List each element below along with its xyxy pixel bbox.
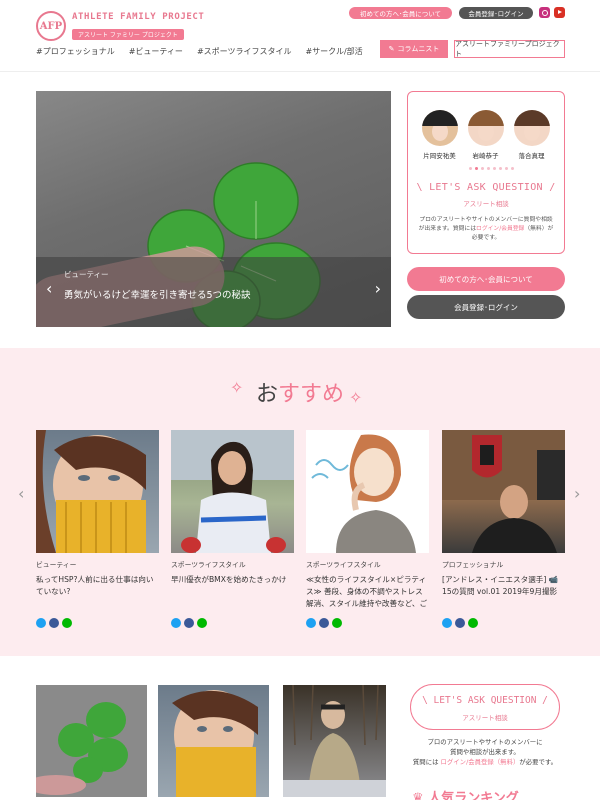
- line-icon[interactable]: [468, 618, 478, 628]
- ask-banner-login-link[interactable]: ログイン/会員登録（無料）: [441, 758, 520, 766]
- ask-banner-subheading: アスリート相談: [462, 714, 508, 722]
- share-buttons: [442, 618, 565, 628]
- hero-slider[interactable]: ビューティー 勇気がいるけど幸運を引き寄せる5つの秘訣 ‹ ›: [36, 91, 391, 327]
- nav-item-sports-lifestyle[interactable]: #スポーツライフスタイル: [197, 46, 292, 57]
- recommend-title: おすすめ: [0, 376, 600, 408]
- nav-item-circle[interactable]: #サークル/部活: [305, 46, 362, 57]
- article-category: プロフェッショナル: [442, 561, 504, 569]
- ask-subheading: アスリート相談: [463, 200, 509, 208]
- site-logo[interactable]: AFP ATHLETE FAMILY PROJECT アスリート ファミリー プ…: [36, 11, 204, 41]
- athlete-item[interactable]: 岩崎恭子: [466, 110, 505, 160]
- article-category: スポーツライフスタイル: [306, 561, 381, 569]
- login-big-button[interactable]: 会員登録･ログイン: [407, 295, 565, 319]
- nav-item-professional[interactable]: #プロフェッショナル: [36, 46, 115, 57]
- athlete-item[interactable]: 片岡安祐美: [420, 110, 459, 160]
- avatar: [513, 110, 550, 146]
- facebook-icon[interactable]: [184, 618, 194, 628]
- article-thumbnail[interactable]: [158, 685, 269, 797]
- nav-item-beauty[interactable]: #ビューティー: [129, 46, 183, 57]
- recommend-next-arrow-icon[interactable]: ›: [574, 486, 580, 502]
- article-category: ビューティー: [36, 561, 77, 569]
- hero-caption[interactable]: ビューティー 勇気がいるけど幸運を引き寄せる5つの秘訣: [36, 257, 391, 327]
- page: AFP ATHLETE FAMILY PROJECT アスリート ファミリー プ…: [0, 0, 600, 800]
- sparkle-icon: ✧: [349, 388, 363, 407]
- recommend-title-prefix: お: [255, 382, 278, 407]
- article-thumbnail[interactable]: [36, 430, 159, 553]
- columnist-label: コラムニスト: [397, 45, 440, 53]
- article-thumbnail[interactable]: [442, 430, 565, 553]
- article-thumbnail[interactable]: [283, 685, 386, 797]
- twitter-icon[interactable]: [171, 618, 181, 628]
- hero-title: 勇気がいるけど幸運を引き寄せる5つの秘訣: [64, 290, 251, 301]
- article-title[interactable]: ≪女性のライフスタイル×ピラティス≫ 善段、身体の不調やストレス解消、スタイル維…: [306, 574, 429, 610]
- article-card[interactable]: ビューティー 私ってHSP?人前に出る仕事は向いていない?: [36, 430, 159, 628]
- article-thumbnail[interactable]: [36, 685, 147, 797]
- ask-banner-heading: \ LET'S ASK QUESTION /: [422, 695, 548, 706]
- avatar: [467, 110, 504, 146]
- hero-category: ビューティー: [64, 270, 109, 279]
- recommend-prev-arrow-icon[interactable]: ‹: [18, 486, 24, 502]
- facebook-icon[interactable]: [49, 618, 59, 628]
- line-icon[interactable]: [62, 618, 72, 628]
- logo-mark: AFP: [36, 11, 66, 41]
- athlete-name: 岩崎恭子: [472, 152, 499, 160]
- first-time-button[interactable]: 初めての方へ･会員について: [349, 7, 452, 19]
- line-icon[interactable]: [332, 618, 342, 628]
- recommend-section: ✧ おすすめ ✧ ‹ › ビューティー 私ってHSP?人前に出る仕事は向いていな…: [0, 348, 600, 656]
- article-title[interactable]: 早川優衣がBMXを始めたきっかけ: [171, 574, 294, 610]
- share-buttons: [36, 618, 159, 628]
- article-thumbnail[interactable]: [306, 430, 429, 553]
- youtube-icon[interactable]: [554, 7, 565, 18]
- ask-login-link[interactable]: ログイン/会員登録: [476, 226, 524, 232]
- avatar: [421, 110, 458, 146]
- carousel-dots[interactable]: [469, 167, 514, 170]
- article-title[interactable]: 私ってHSP?人前に出る仕事は向いていない?: [36, 574, 159, 610]
- ask-banner-line: 質問には: [412, 758, 441, 766]
- athlete-list: 片岡安祐美 岩崎恭子 落合真理: [420, 110, 551, 160]
- share-buttons: [306, 618, 429, 628]
- site-header: AFP ATHLETE FAMILY PROJECT アスリート ファミリー プ…: [0, 0, 600, 72]
- ask-description: プロのアスリートやサイトのメンバーに質問や相談が出来ます。質問にはログイン/会員…: [418, 216, 554, 243]
- article-card[interactable]: プロフェッショナル [アンドレス・イニエスタ選手] 📹15の質問 vol.01 …: [442, 430, 565, 628]
- login-button[interactable]: 会員登録･ログイン: [459, 7, 533, 19]
- columnist-button[interactable]: ✎ コラムニスト: [380, 40, 448, 58]
- article-category: スポーツライフスタイル: [171, 561, 246, 569]
- ask-banner-line: が必要です。: [519, 758, 558, 766]
- line-icon[interactable]: [197, 618, 207, 628]
- article-title[interactable]: [アンドレス・イニエスタ選手] 📹15の質問 vol.01 2019年9月撮影: [442, 574, 565, 610]
- ranking-label: 人気ランキング: [428, 791, 519, 800]
- instagram-icon[interactable]: [539, 7, 550, 18]
- hero-next-arrow-icon[interactable]: ›: [375, 281, 381, 297]
- ranking-heading: ♛ 人気ランキング: [412, 787, 519, 800]
- ask-heading: \ LET'S ASK QUESTION /: [416, 182, 556, 193]
- category-nav: #プロフェッショナル #ビューティー #スポーツライフスタイル #サークル/部活: [36, 46, 363, 57]
- article-thumbnail[interactable]: [171, 430, 294, 553]
- article-card[interactable]: スポーツライフスタイル ≪女性のライフスタイル×ピラティス≫ 善段、身体の不調や…: [306, 430, 429, 628]
- ask-banner-line: 質問や相談が出来ます。: [450, 748, 520, 756]
- ask-banner-line: プロのアスリートやサイトのメンバーに: [427, 738, 543, 746]
- twitter-icon[interactable]: [442, 618, 452, 628]
- afp-button[interactable]: アスリートファミリープロジェクト: [454, 40, 565, 58]
- first-time-big-button[interactable]: 初めての方へ･会員について: [407, 267, 565, 291]
- ask-banner-description: プロのアスリートやサイトのメンバーに 質問や相談が出来ます。 質問には ログイン…: [410, 737, 560, 767]
- article-card[interactable]: スポーツライフスタイル 早川優衣がBMXを始めたきっかけ: [171, 430, 294, 628]
- ask-question-panel: 片岡安祐美 岩崎恭子 落合真理 \ LET'S ASK QUESTION / ア…: [407, 91, 565, 254]
- logo-subtitle: アスリート ファミリー プロジェクト: [72, 28, 184, 40]
- pen-icon: ✎: [388, 45, 395, 53]
- crown-icon: ♛: [412, 791, 429, 800]
- twitter-icon[interactable]: [36, 618, 46, 628]
- ask-question-banner[interactable]: \ LET'S ASK QUESTION / アスリート相談: [410, 684, 560, 730]
- recommend-title-accent: すすめ: [278, 382, 345, 407]
- hero-prev-arrow-icon[interactable]: ‹: [46, 281, 52, 297]
- share-buttons: [171, 618, 294, 628]
- athlete-item[interactable]: 落合真理: [512, 110, 551, 160]
- facebook-icon[interactable]: [319, 618, 329, 628]
- facebook-icon[interactable]: [455, 618, 465, 628]
- athlete-name: 落合真理: [518, 152, 545, 160]
- logo-title: ATHLETE FAMILY PROJECT: [72, 11, 205, 22]
- twitter-icon[interactable]: [306, 618, 316, 628]
- athlete-name: 片岡安祐美: [423, 152, 456, 160]
